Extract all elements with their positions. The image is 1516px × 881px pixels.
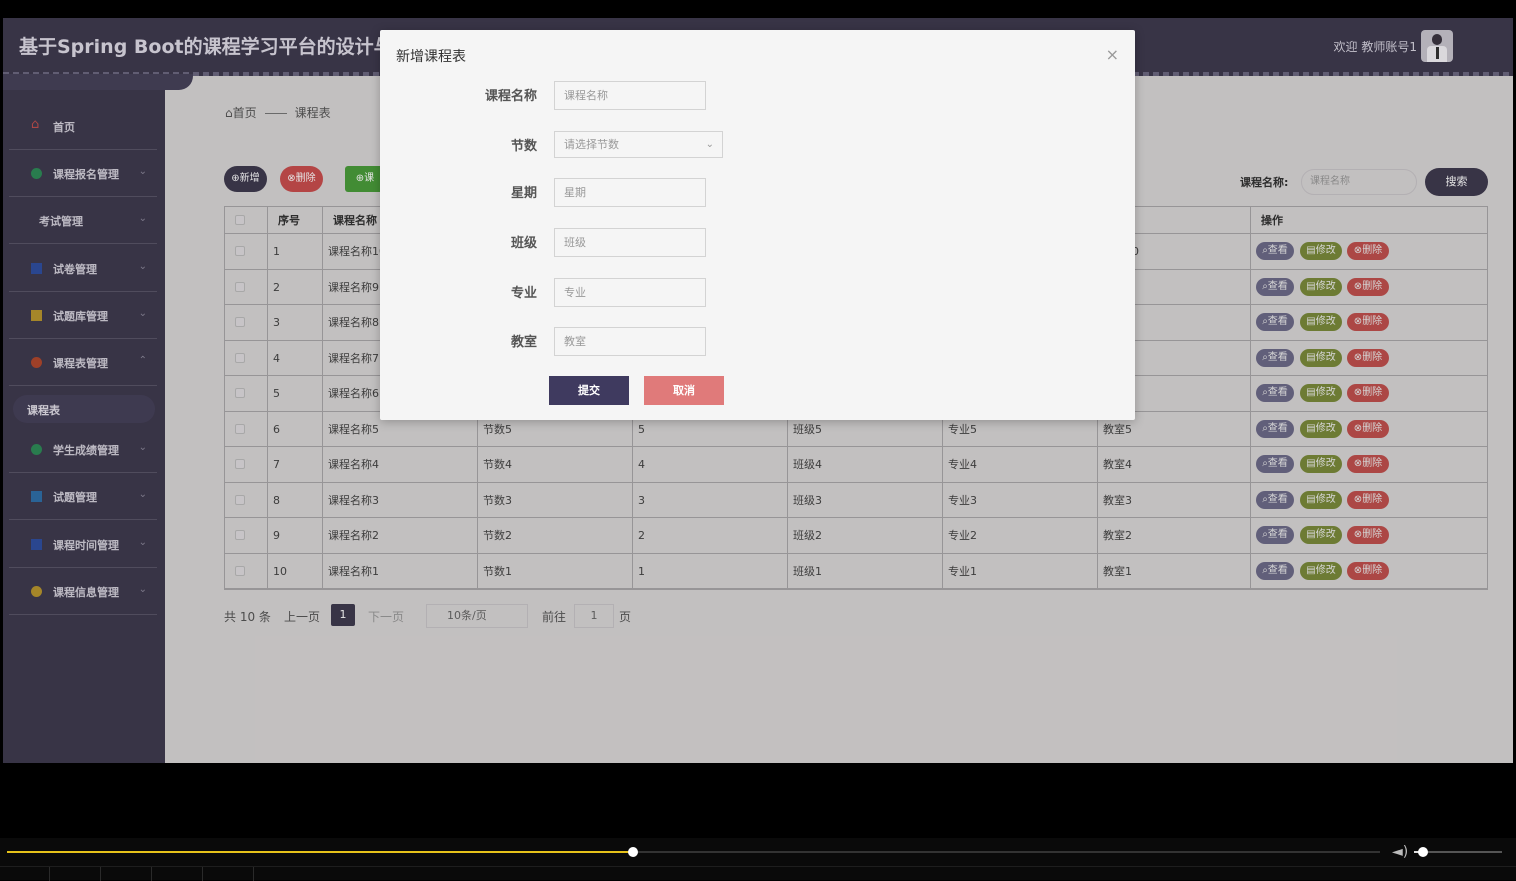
cancel-button[interactable]: 取消 (644, 376, 724, 405)
input-placeholder: 请选择节数 (564, 138, 619, 151)
input-placeholder: 星期 (564, 186, 586, 199)
app-window: 基于Spring Boot的课程学习平台的设计与实现 欢迎 教师账号1 课程表 … (3, 18, 1513, 763)
video-player-bar: ◄) (0, 838, 1516, 881)
close-icon[interactable]: × (1106, 45, 1119, 64)
dialog-title: 新增课程表 (396, 49, 466, 65)
volume-track[interactable] (1414, 847, 1502, 857)
progress-knob[interactable] (628, 847, 639, 857)
form-input-3[interactable]: 班级 (554, 228, 706, 257)
form-label: 班级 (510, 236, 537, 251)
form-input-5[interactable]: 教室 (554, 327, 706, 356)
form-label: 星期 (510, 186, 537, 201)
progress-fill (7, 851, 634, 853)
form-input-4[interactable]: 专业 (554, 278, 706, 307)
volume-icon[interactable]: ◄) (1392, 844, 1408, 860)
form-input-0[interactable]: 课程名称 (554, 81, 706, 110)
progress-track[interactable] (7, 847, 1380, 857)
form-label: 课程名称 (484, 89, 537, 104)
add-schedule-dialog: 新增课程表 × 课程名称 课程名称节数 请选择节数 ⌄ 星期 星期班级 班级专业 专业教室 教室… (380, 30, 1135, 420)
period-select[interactable]: 请选择节数 ⌄ (554, 131, 723, 158)
form-input-2[interactable]: 星期 (554, 178, 706, 207)
chevron-down-icon: ⌄ (705, 139, 714, 150)
input-placeholder: 教室 (564, 335, 586, 348)
form-label: 节数 (510, 139, 537, 154)
volume-knob[interactable] (1417, 847, 1428, 857)
form-label: 教室 (510, 335, 537, 350)
input-placeholder: 专业 (564, 286, 586, 299)
input-placeholder: 课程名称 (564, 89, 608, 102)
form-label: 专业 (510, 286, 537, 301)
player-controls-strip (0, 866, 1516, 881)
input-placeholder: 班级 (564, 236, 586, 249)
submit-button[interactable]: 提交 (549, 376, 629, 405)
